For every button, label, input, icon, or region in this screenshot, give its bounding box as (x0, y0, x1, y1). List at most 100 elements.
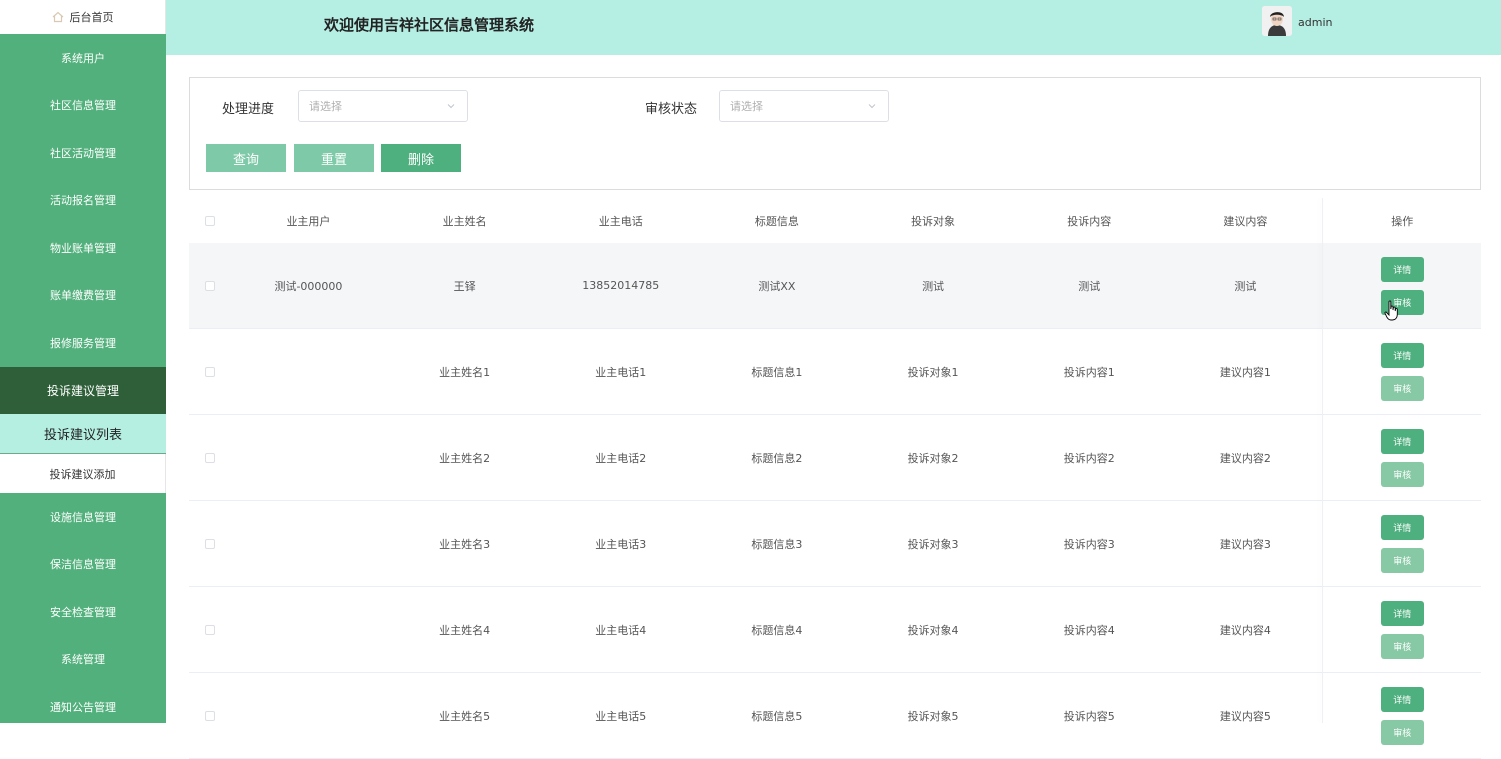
audit-button[interactable]: 审核 (1380, 719, 1424, 745)
sidebar-subitem-complaint-list[interactable]: 投诉建议列表 (0, 414, 166, 454)
audit-button[interactable]: 审核 (1380, 375, 1424, 401)
cell-complaint-content: 投诉内容1 (1063, 365, 1115, 379)
col-header: 业主姓名 (442, 214, 487, 228)
sidebar-item-property-bill[interactable]: 物业账单管理 (0, 224, 166, 272)
cell-complaint-target: 投诉对象1 (907, 365, 959, 379)
sidebar-item-community-info[interactable]: 社区信息管理 (0, 82, 166, 130)
col-header: 业主电话 (598, 214, 643, 228)
cell-suggestion: 建议内容4 (1219, 623, 1271, 637)
cell-complaint-target: 投诉对象3 (907, 537, 959, 551)
progress-select[interactable]: 请选择 (298, 90, 468, 122)
sidebar-item-home[interactable]: 后台首页 (0, 0, 166, 34)
cell-owner-phone: 业主电话2 (595, 451, 647, 465)
row-checkbox[interactable] (204, 710, 215, 721)
cell-complaint-target: 投诉对象2 (907, 451, 959, 465)
delete-button[interactable]: 删除 (381, 144, 461, 172)
hand-cursor-icon (1384, 300, 1400, 322)
row-checkbox[interactable] (204, 452, 215, 463)
cell-suggestion: 建议内容3 (1219, 537, 1271, 551)
sidebar-item-complaint[interactable]: 投诉建议管理 (0, 366, 166, 414)
table-row: 业主姓名3 业主电话3 标题信息3 投诉对象3 投诉内容3 建议内容3 详情 审… (189, 501, 1481, 587)
cell-owner-name: 王铎 (453, 279, 476, 293)
sidebar-item-system-users[interactable]: 系统用户 (0, 34, 166, 82)
cell-owner-phone: 业主电话5 (595, 709, 647, 723)
cell-complaint-content: 测试 (1078, 279, 1101, 293)
cell-complaint-content: 投诉内容3 (1063, 537, 1115, 551)
audit-button[interactable]: 审核 (1380, 547, 1424, 573)
sidebar-item-cleaning[interactable]: 保洁信息管理 (0, 541, 166, 589)
cell-suggestion: 建议内容5 (1219, 709, 1271, 723)
sidebar-item-facility[interactable]: 设施信息管理 (0, 493, 166, 541)
cell-title: 测试XX (758, 279, 796, 293)
chevron-down-icon (868, 102, 876, 110)
col-header: 投诉对象 (911, 214, 956, 228)
audit-button[interactable]: 审核 (1380, 633, 1424, 659)
cell-owner-phone: 业主电话1 (595, 365, 647, 379)
avatar[interactable] (1262, 6, 1292, 36)
reset-button[interactable]: 重置 (294, 144, 374, 172)
table-row: 业主姓名4 业主电话4 标题信息4 投诉对象4 投诉内容4 建议内容4 详情 审… (189, 587, 1481, 673)
progress-select-placeholder: 请选择 (309, 100, 342, 113)
username[interactable]: admin (1298, 16, 1332, 29)
cell-title: 标题信息5 (751, 709, 803, 723)
fixed-column-divider (1322, 198, 1323, 723)
table-row: 业主姓名5 业主电话5 标题信息5 投诉对象5 投诉内容5 建议内容5 详情 审… (189, 673, 1481, 759)
select-all-checkbox[interactable] (204, 215, 215, 226)
cell-title: 标题信息1 (751, 365, 803, 379)
filter-panel: 处理进度 请选择 审核状态 请选择 查询 重置 删除 (189, 77, 1481, 190)
cell-title: 标题信息2 (751, 451, 803, 465)
detail-button[interactable]: 详情 (1380, 600, 1424, 626)
sidebar-item-community-activity[interactable]: 社区活动管理 (0, 129, 166, 177)
sidebar-item-repair-service[interactable]: 报修服务管理 (0, 319, 166, 367)
table-row: 测试-000000 王铎 13852014785 测试XX 测试 测试 测试 详… (189, 243, 1481, 329)
sidebar-item-system-manage[interactable]: 系统管理 (0, 636, 166, 684)
audit-button[interactable]: 审核 (1380, 461, 1424, 487)
sidebar-item-safety-check[interactable]: 安全检查管理 (0, 588, 166, 636)
page-title: 欢迎使用吉祥社区信息管理系统 (324, 16, 535, 34)
cell-complaint-target: 投诉对象4 (907, 623, 959, 637)
cell-suggestion: 测试 (1234, 279, 1257, 293)
table-header: 业主用户 业主姓名 业主电话 标题信息 投诉对象 投诉内容 建议内容 操作 (189, 198, 1481, 243)
chevron-down-icon (447, 102, 455, 110)
cell-owner-name: 业主姓名2 (439, 451, 491, 465)
audit-select[interactable]: 请选择 (719, 90, 889, 122)
sidebar: 后台首页 系统用户 社区信息管理 社区活动管理 活动报名管理 物业账单管理 账单… (0, 0, 166, 723)
cell-complaint-content: 投诉内容5 (1063, 709, 1115, 723)
sidebar-home-label: 后台首页 (69, 11, 114, 24)
detail-button[interactable]: 详情 (1380, 342, 1424, 368)
top-header: 欢迎使用吉祥社区信息管理系统 admin (166, 0, 1501, 55)
detail-button[interactable]: 详情 (1380, 514, 1424, 540)
cell-owner-user: 测试-000000 (274, 279, 343, 293)
cell-owner-name: 业主姓名1 (439, 365, 491, 379)
row-checkbox[interactable] (204, 538, 215, 549)
sidebar-item-bill-payment[interactable]: 账单缴费管理 (0, 272, 166, 320)
col-header: 业主用户 (286, 214, 331, 228)
progress-label: 处理进度 (222, 102, 275, 117)
row-checkbox[interactable] (204, 366, 215, 377)
cell-complaint-content: 投诉内容2 (1063, 451, 1115, 465)
detail-button[interactable]: 详情 (1380, 256, 1424, 282)
detail-button[interactable]: 详情 (1380, 686, 1424, 712)
query-button[interactable]: 查询 (206, 144, 286, 172)
col-header: 投诉内容 (1067, 214, 1112, 228)
cell-owner-name: 业主姓名3 (439, 537, 491, 551)
cell-owner-phone: 业主电话3 (595, 537, 647, 551)
sidebar-subitem-complaint-add[interactable]: 投诉建议添加 (0, 454, 166, 493)
detail-button[interactable]: 详情 (1380, 428, 1424, 454)
audit-label: 审核状态 (645, 102, 698, 117)
cell-owner-phone: 13852014785 (582, 279, 660, 292)
audit-select-placeholder: 请选择 (730, 100, 763, 113)
sidebar-item-notice[interactable]: 通知公告管理 (0, 683, 166, 731)
sidebar-item-activity-signup[interactable]: 活动报名管理 (0, 177, 166, 225)
col-header: 建议内容 (1223, 214, 1268, 228)
cell-complaint-target: 测试 (922, 279, 945, 293)
row-checkbox[interactable] (204, 624, 215, 635)
complaint-table: 业主用户 业主姓名 业主电话 标题信息 投诉对象 投诉内容 建议内容 操作 测试… (189, 198, 1481, 759)
col-header: 标题信息 (754, 214, 799, 228)
table-row: 业主姓名2 业主电话2 标题信息2 投诉对象2 投诉内容2 建议内容2 详情 审… (189, 415, 1481, 501)
col-header: 操作 (1391, 214, 1414, 228)
cell-complaint-target: 投诉对象5 (907, 709, 959, 723)
row-checkbox[interactable] (204, 280, 215, 291)
cell-title: 标题信息3 (751, 537, 803, 551)
cell-owner-name: 业主姓名5 (439, 709, 491, 723)
